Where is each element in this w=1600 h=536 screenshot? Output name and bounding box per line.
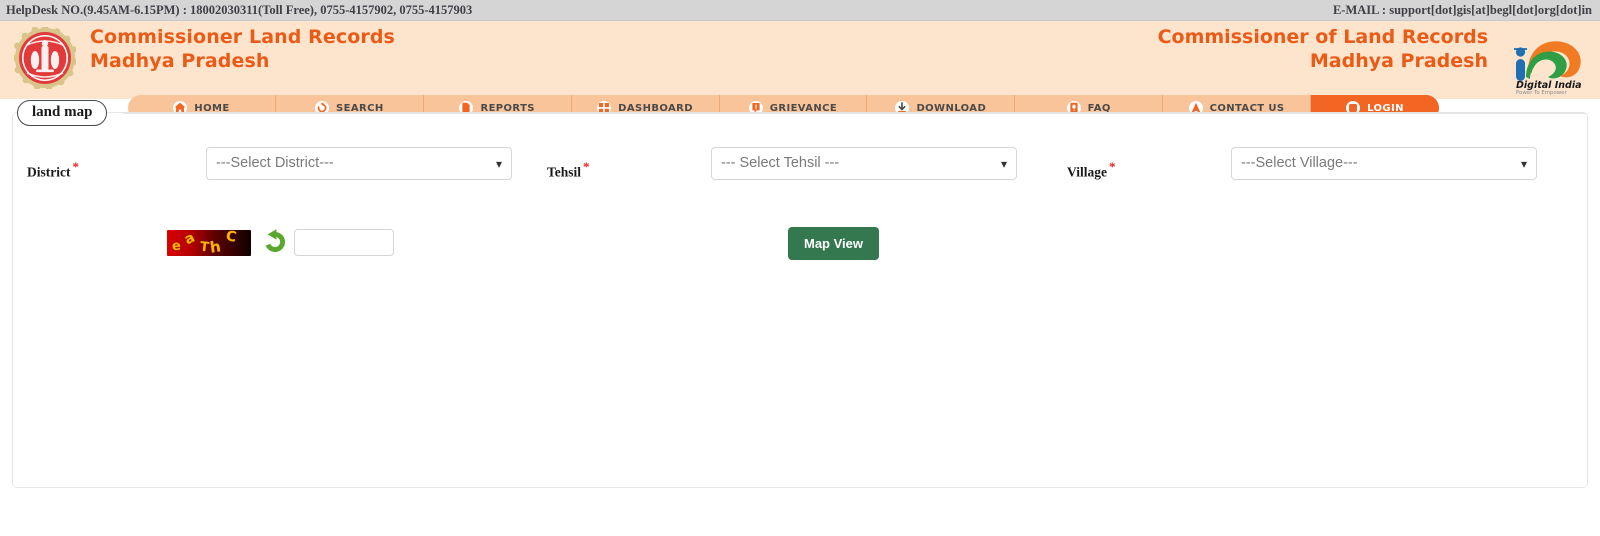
header-title-left-line2: Madhya Pradesh — [90, 49, 270, 72]
captcha-char: C — [224, 230, 238, 246]
district-required-marker: * — [72, 159, 79, 174]
refresh-captcha-icon[interactable] — [260, 227, 290, 257]
captcha-char: h — [208, 237, 222, 256]
emblem-container — [0, 21, 90, 89]
chevron-down-icon: ▾ — [1520, 157, 1527, 171]
village-required-marker: * — [1109, 159, 1116, 174]
chevron-down-icon: ▾ — [495, 157, 502, 171]
tehsil-select[interactable]: --- Select Tehsil --- ▾ — [711, 147, 1017, 180]
village-label-text: Village — [1067, 164, 1107, 180]
header-title-right: Commissioner of Land Records Madhya Prad… — [1158, 26, 1488, 74]
tehsil-label-text: Tehsil — [547, 164, 582, 180]
village-label: Village * — [1067, 159, 1116, 181]
tehsil-label: Tehsil * — [547, 159, 590, 181]
digital-india-tagline: Power To Empower — [1516, 90, 1568, 95]
mp-government-emblem-icon — [14, 27, 76, 89]
land-map-panel: land map District * ---Select District---… — [12, 100, 1588, 488]
district-label: District * — [27, 159, 79, 181]
captcha-char: a — [181, 230, 198, 249]
header-title-left: Commissioner Land Records Madhya Pradesh — [90, 21, 395, 74]
header-title-right-line1: Commissioner of Land Records — [1157, 26, 1488, 48]
tab-land-map[interactable]: land map — [17, 100, 108, 126]
tab-divider-rule — [123, 113, 1586, 114]
captcha-image: eaThC — [167, 230, 251, 256]
captcha-row: eaThC Map View — [13, 221, 1587, 271]
chevron-down-icon: ▾ — [1000, 157, 1007, 171]
helpdesk-text: HelpDesk NO.(9.45AM-6.15PM) : 1800203031… — [6, 2, 473, 17]
district-select-value: ---Select District--- — [216, 155, 334, 171]
district-select[interactable]: ---Select District--- ▾ — [206, 147, 512, 180]
tehsil-select-value: --- Select Tehsil --- — [721, 155, 840, 171]
helpdesk-topbar: HelpDesk NO.(9.45AM-6.15PM) : 1800203031… — [0, 0, 1600, 21]
tehsil-required-marker: * — [583, 159, 590, 174]
captcha-char: T — [199, 239, 210, 256]
district-label-text: District — [27, 164, 71, 180]
location-filter-row: District * ---Select District--- ▾ Tehsil… — [13, 147, 1587, 193]
site-header: Commissioner Land Records Madhya Pradesh… — [0, 21, 1600, 121]
header-title-right-line2: Madhya Pradesh — [1309, 49, 1488, 72]
captcha-input[interactable] — [294, 229, 394, 256]
email-text: E-MAIL : support[dot]gis[at]begl[dot]org… — [1332, 2, 1592, 17]
captcha-char: e — [171, 238, 182, 255]
header-title-left-line1: Commissioner Land Records — [90, 26, 395, 48]
village-select[interactable]: ---Select Village--- ▾ — [1231, 147, 1537, 180]
map-view-button[interactable]: Map View — [788, 227, 880, 260]
village-select-value: ---Select Village--- — [1241, 155, 1358, 171]
digital-india-logo-icon: Digital India Power To Empower — [1514, 41, 1581, 95]
